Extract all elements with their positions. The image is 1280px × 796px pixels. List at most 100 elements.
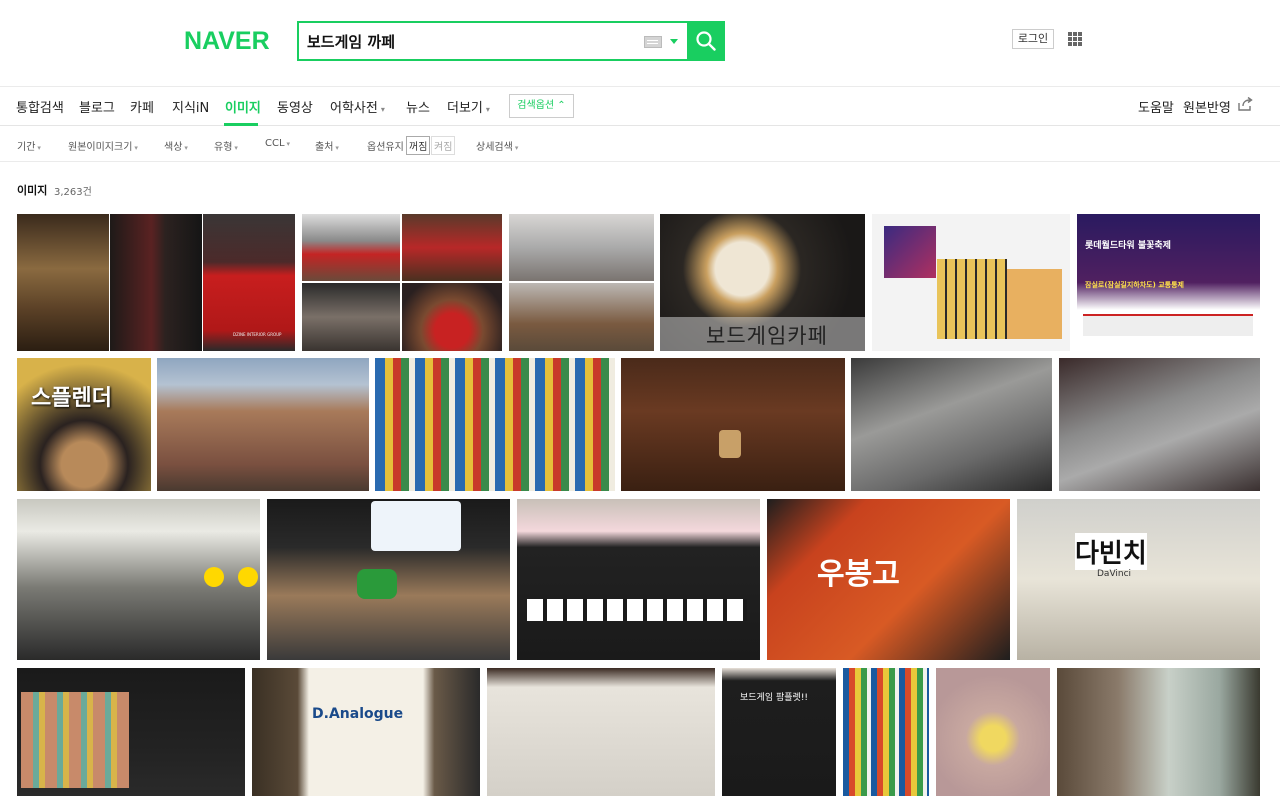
chevron-down-icon: ▾ [380,105,385,114]
chevron-down-icon: ▾ [286,140,291,148]
filter-type[interactable]: 유형 ▾ [214,138,238,153]
tab-blog[interactable]: 블로그 [79,97,115,116]
image-caption: 우봉고 [817,557,900,592]
image-result[interactable] [267,499,510,660]
banner-notice [1083,314,1253,336]
search-input[interactable] [307,30,627,52]
search-button[interactable] [687,21,725,61]
filter-size-label: 원본이미지크기 [68,142,133,153]
chevron-down-icon: ▾ [234,144,238,152]
image-result[interactable]: 보드게임카페 [660,214,865,351]
option-keep-off[interactable]: 꺼짐 [406,136,431,155]
tab-video[interactable]: 동영상 [277,97,313,116]
image-result[interactable] [487,668,715,796]
filter-detail-label: 상세검색 [476,142,513,153]
search-tabs: 통합검색 블로그 카페 지식iN 이미지 동영상 어학사전 ▾ 뉴스 더보기 ▾ 도… [0,86,1280,126]
filter-detail[interactable]: 상세검색 ▾ [476,138,518,153]
image-result[interactable] [843,668,929,796]
filter-source[interactable]: 출처 ▾ [315,138,339,153]
game-board [1007,269,1062,339]
image-result[interactable] [872,214,1070,351]
image-result[interactable] [621,358,845,491]
image-result[interactable] [157,358,369,491]
image-caption: 보드게임 팜플렛!! [740,693,809,703]
game-box [884,226,936,278]
filter-color[interactable]: 색상 ▾ [164,138,188,153]
chevron-down-icon: ▾ [37,144,41,152]
tab-kin[interactable]: 지식iN [172,97,209,116]
tab-more-label: 더보기 [447,101,483,116]
image-result[interactable]: 롯데월드타워 불꽃축제 잠실로(잠실길지하차도) 교통통제 [1077,214,1260,351]
filter-source-label: 출처 [315,142,334,153]
header: NAVER 로그인 [0,0,1280,87]
chevron-down-icon: ▾ [134,144,138,152]
image-result[interactable] [402,283,502,351]
image-result[interactable]: 보드게임 팜플렛!! [722,668,836,796]
search-icon [696,31,716,51]
search-box[interactable] [297,21,691,61]
chevron-down-icon: ▾ [184,144,188,152]
game-tiles [937,259,1007,339]
filter-bar: 기간 ▾ 원본이미지크기 ▾ 색상 ▾ 유형 ▾ CCL ▾ 출처 ▾ 옵션유지 꺼짐 켜짐… [0,126,1280,162]
padlock [719,430,741,458]
image-result[interactable] [936,668,1050,796]
image-result[interactable] [1057,668,1260,796]
image-result[interactable] [17,499,260,660]
image-caption: 다빈치 [1075,533,1147,570]
chevron-up-icon: ⌃ [557,100,566,111]
results-title: 이미지 [17,184,48,197]
image-result[interactable] [302,283,400,351]
image-result[interactable] [17,214,109,351]
chevron-down-icon: ▾ [335,144,339,152]
image-subcaption: DaVinci [1097,569,1132,579]
image-caption: 스플렌더 [31,386,112,411]
autocomplete-toggle-icon[interactable] [670,39,678,44]
image-caption: 보드게임카페 [706,324,828,348]
card-spread [21,692,129,788]
smiley-icon [238,567,258,587]
image-result[interactable] [1059,358,1260,491]
filter-type-label: 유형 [214,142,233,153]
tab-cafe[interactable]: 카페 [130,97,154,116]
filter-ccl-label: CCL [265,138,285,149]
tab-integrated[interactable]: 통합검색 [16,97,64,116]
image-result[interactable] [17,668,245,796]
filter-ccl[interactable]: CCL ▾ [265,138,290,149]
image-result[interactable] [851,358,1052,491]
image-result[interactable]: D.Analogue [252,668,480,796]
image-result[interactable] [509,283,654,351]
smiley-icon [204,567,224,587]
image-result[interactable] [517,499,760,660]
help-link[interactable]: 도움말 [1138,97,1174,116]
image-result[interactable]: 다빈치 DaVinci [1017,499,1260,660]
tab-news[interactable]: 뉴스 [406,97,430,116]
image-result[interactable] [110,214,202,351]
image-result[interactable]: 스플렌더 [17,358,151,491]
option-keep-label: 옵션유지 [367,142,404,153]
image-result[interactable]: DZINE INTERIOR GROUP [203,214,295,351]
tab-image[interactable]: 이미지 [225,97,261,116]
feedback-link[interactable]: 원본반영 [1183,97,1231,116]
search-options-label: 검색옵션 [517,100,555,111]
option-keep-on[interactable]: 켜짐 [431,136,456,155]
login-button[interactable]: 로그인 [1012,29,1054,49]
filter-period-label: 기간 [17,142,36,153]
share-icon[interactable] [1237,96,1253,112]
tab-dictionary[interactable]: 어학사전 ▾ [330,97,385,116]
crocodile-toy [357,569,397,599]
image-result[interactable]: 우봉고 [767,499,1010,660]
image-result[interactable] [375,358,615,491]
search-options-button[interactable]: 검색옵션 ⌃ [509,94,574,118]
image-caption: DZINE INTERIOR GROUP [233,332,282,337]
naver-logo[interactable]: NAVER [184,27,270,56]
image-result[interactable] [302,214,400,281]
tab-dictionary-label: 어학사전 [330,101,378,116]
chevron-down-icon: ▾ [485,105,490,114]
image-result[interactable] [402,214,502,281]
tab-more[interactable]: 더보기 ▾ [447,97,490,116]
apps-grid-icon[interactable] [1068,32,1082,46]
filter-period[interactable]: 기간 ▾ [17,138,41,153]
keyboard-icon[interactable] [644,36,662,48]
image-result[interactable] [509,214,654,281]
filter-size[interactable]: 원본이미지크기 ▾ [68,138,138,153]
